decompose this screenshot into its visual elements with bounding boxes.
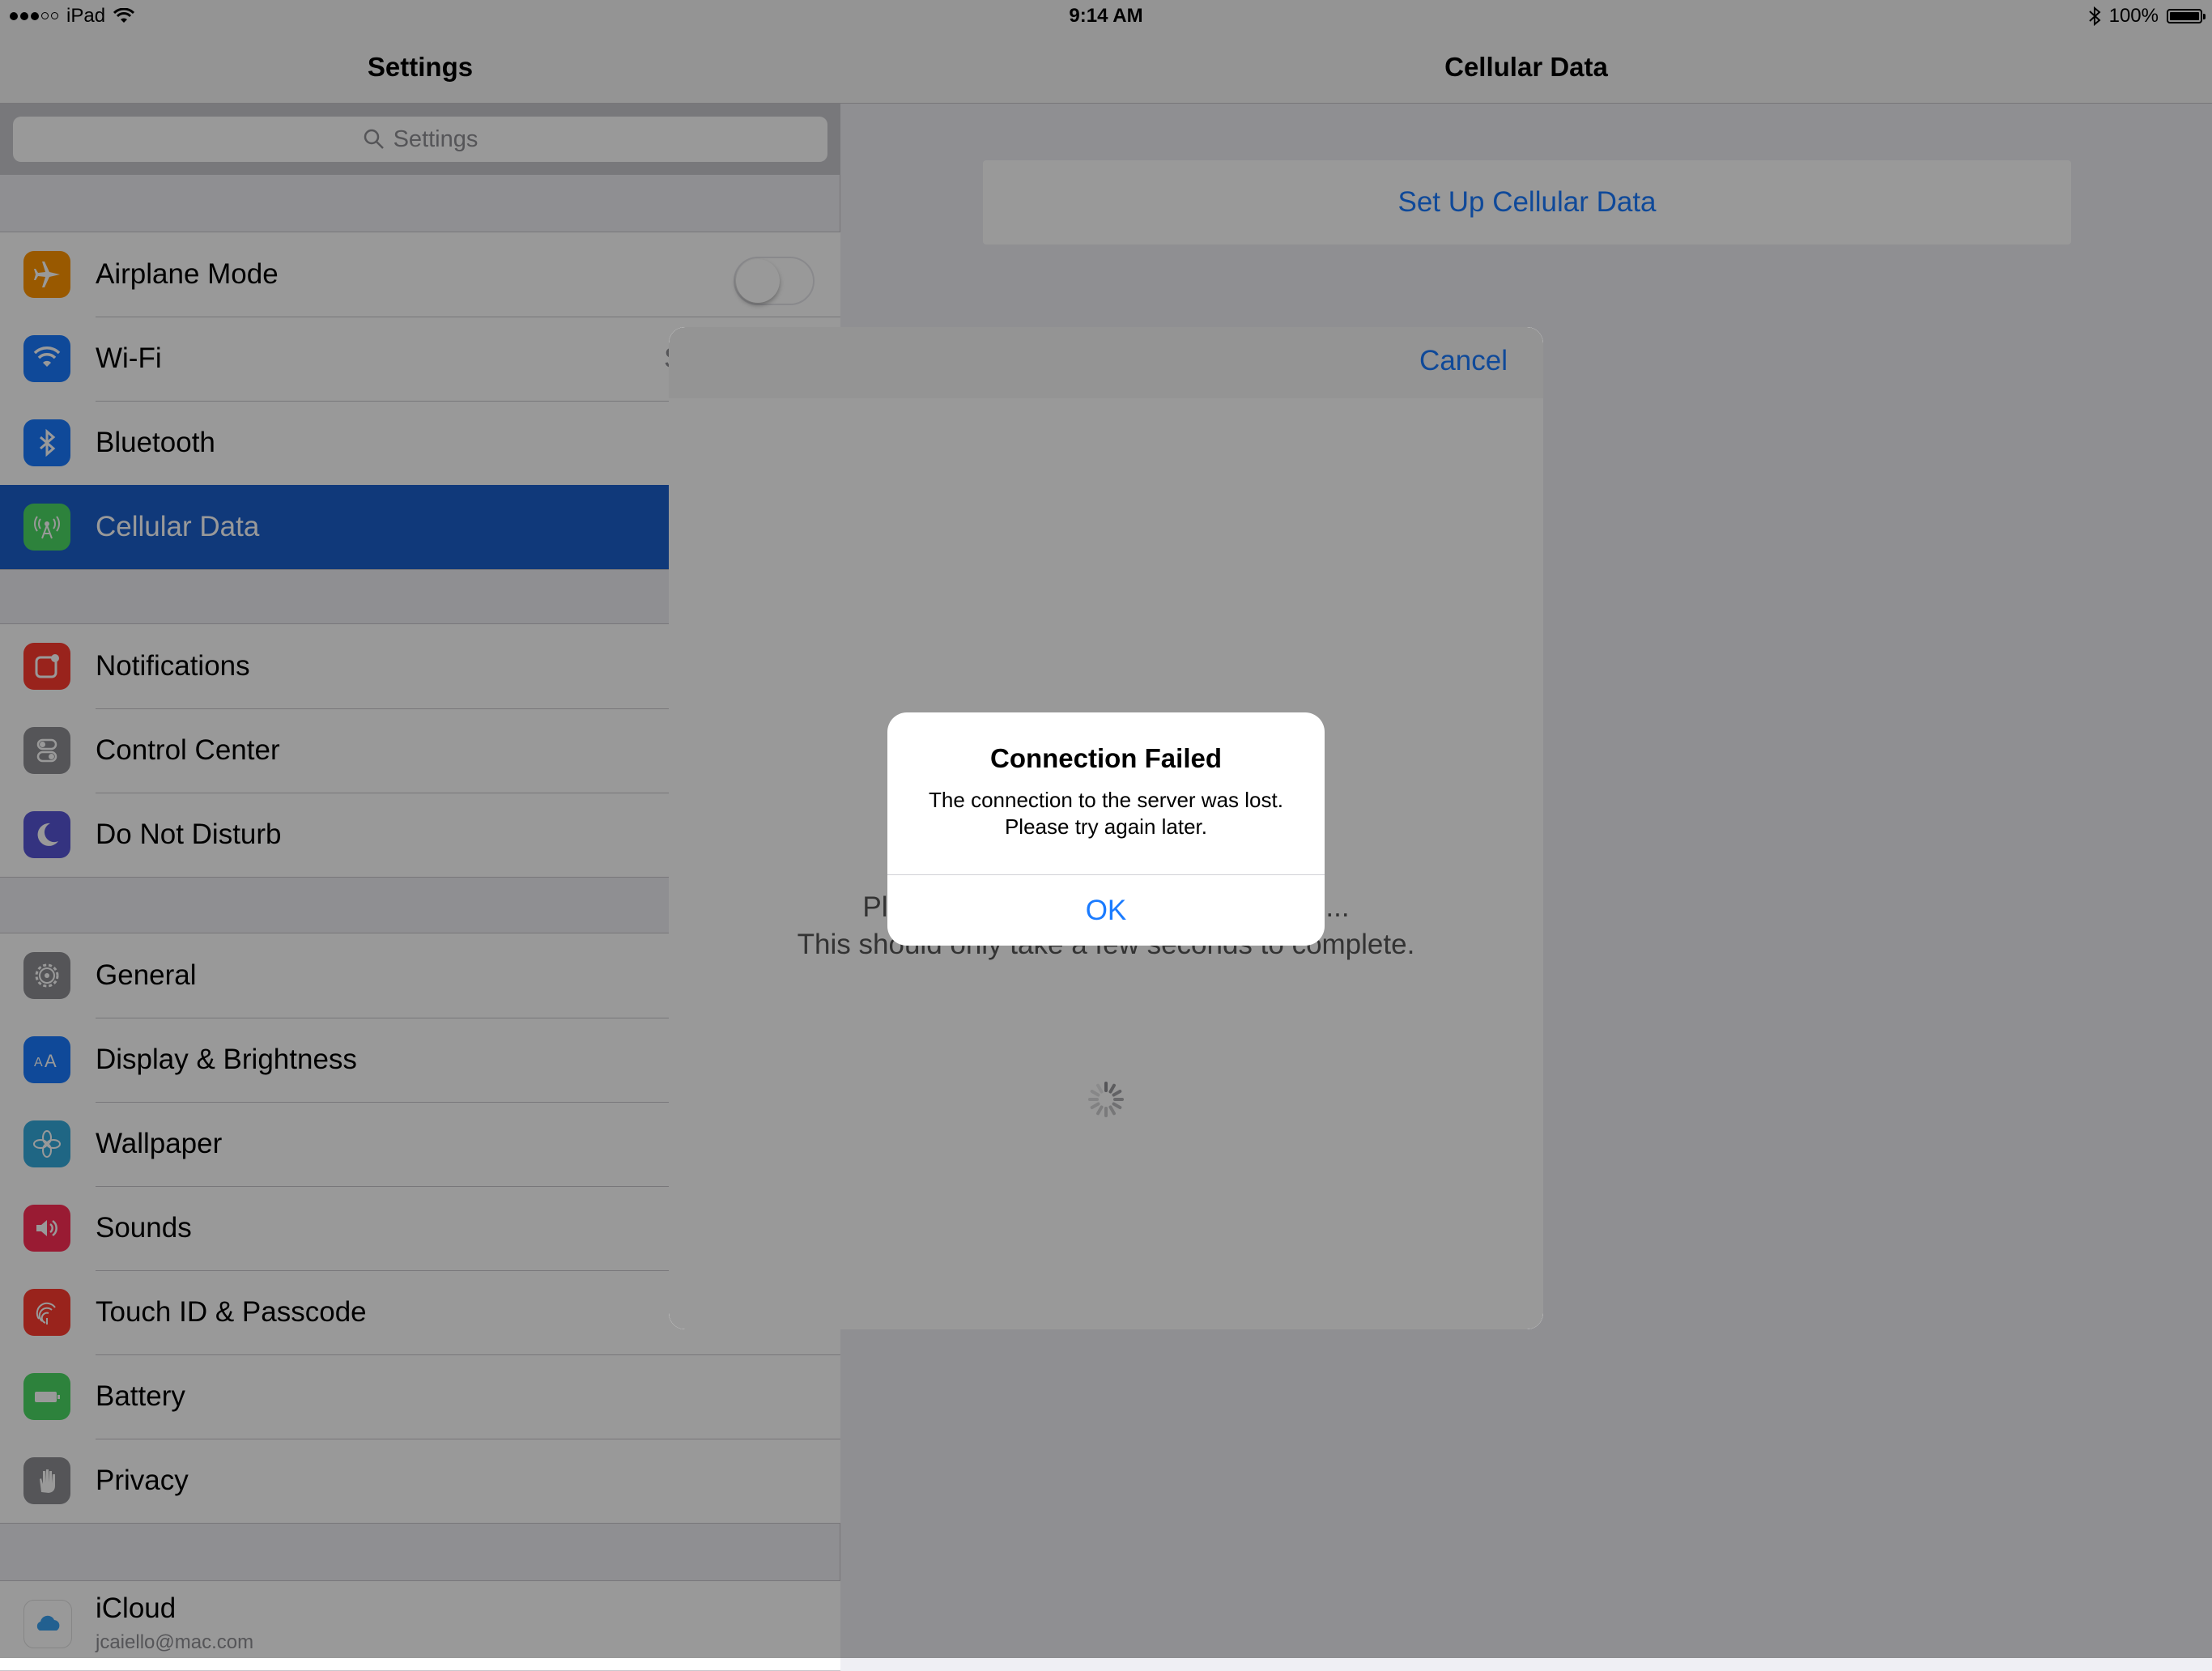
alert-message-line-1: The connection to the server was lost. — [929, 788, 1283, 812]
connection-failed-alert: Connection Failed The connection to the … — [887, 712, 1325, 946]
alert-message-line-2: Please try again later. — [1004, 814, 1208, 839]
alert-title: Connection Failed — [989, 743, 1222, 773]
ok-button[interactable]: OK — [887, 875, 1325, 946]
alert-message: The connection to the server was lost. P… — [904, 787, 1308, 840]
